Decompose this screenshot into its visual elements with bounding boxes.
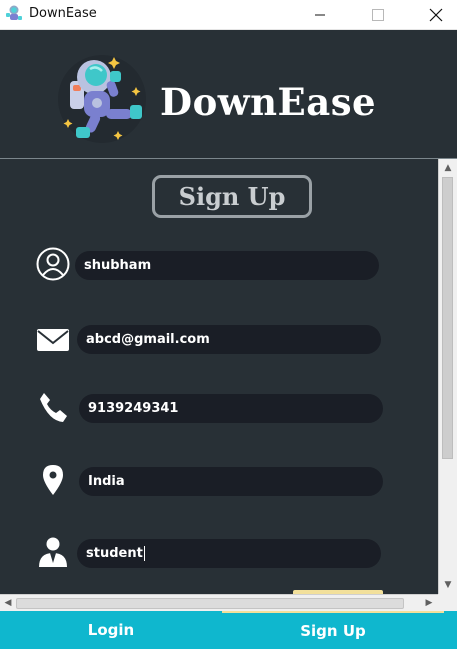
text-caret [143, 546, 145, 561]
phone-value: 9139249341 [88, 401, 179, 416]
maximize-button[interactable] [355, 0, 401, 30]
maximize-icon [372, 9, 384, 21]
location-field[interactable]: India [79, 467, 383, 496]
phone-field[interactable]: 9139249341 [79, 394, 383, 423]
brand-title: DownEase [160, 80, 377, 124]
horizontal-scrollbar[interactable]: ◀ ▶ [0, 594, 438, 611]
tab-login[interactable]: Login [0, 611, 222, 649]
email-value: abcd@gmail.com [86, 332, 210, 347]
signup-heading: Sign Up [152, 175, 312, 218]
tab-signup[interactable]: Sign Up [222, 611, 444, 649]
user-icon [36, 247, 70, 281]
scroll-up-icon[interactable]: ▲ [443, 163, 453, 173]
email-field[interactable]: abcd@gmail.com [77, 325, 381, 354]
horizontal-scroll-thumb[interactable] [16, 598, 404, 609]
username-value: shubham [84, 258, 152, 273]
minimize-button[interactable] [297, 0, 343, 30]
mail-icon [37, 329, 69, 351]
occupation-value: student [86, 546, 143, 561]
scroll-right-icon[interactable]: ▶ [424, 598, 434, 608]
vertical-scroll-thumb[interactable] [442, 177, 453, 459]
minimize-icon [315, 14, 325, 16]
scrollbar-corner [438, 594, 457, 611]
phone-icon [40, 393, 67, 422]
person-suit-icon [39, 537, 67, 567]
astronaut-logo-icon [58, 55, 146, 143]
username-field[interactable]: shubham [75, 251, 379, 280]
form-scroll-area[interactable]: Sign Up shubham abcd@gmail.com 913924934… [0, 158, 457, 611]
close-button[interactable] [413, 0, 457, 30]
scroll-left-icon[interactable]: ◀ [3, 598, 13, 608]
app-header: DownEase [0, 30, 457, 158]
vertical-scrollbar[interactable]: ▲ ▼ [438, 159, 457, 594]
occupation-field[interactable]: student [77, 539, 381, 568]
bottom-tab-bar: Login Sign Up [0, 611, 457, 649]
location-value: India [88, 474, 125, 489]
location-pin-icon [43, 465, 63, 495]
scroll-down-icon[interactable]: ▼ [443, 580, 453, 590]
close-icon [429, 8, 443, 22]
title-bar: DownEase [0, 0, 457, 30]
app-icon [6, 5, 22, 20]
window-title: DownEase [29, 6, 97, 21]
